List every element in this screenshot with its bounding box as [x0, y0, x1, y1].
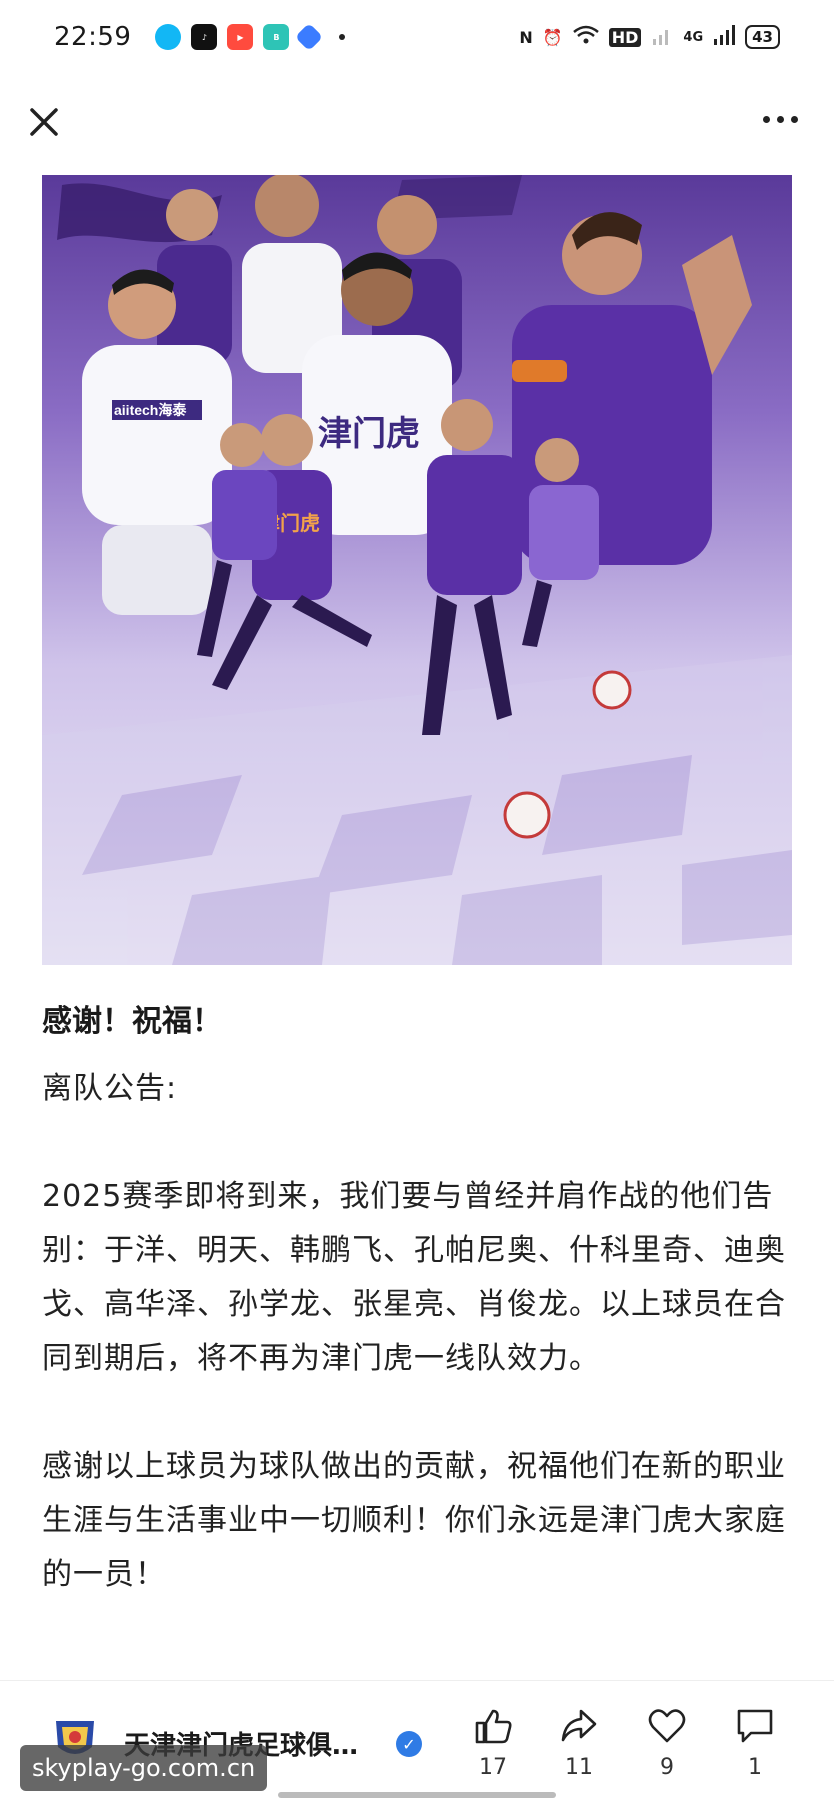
signal-off-icon: [651, 25, 673, 49]
favorite-button[interactable]: 9: [632, 1707, 702, 1780]
like-count: 17: [479, 1755, 507, 1780]
share-arrow-icon: [561, 1709, 597, 1742]
football-icon: [503, 791, 551, 839]
wifi-icon: [572, 25, 599, 49]
site-watermark: skyplay-go.com.cn: [20, 1745, 268, 1791]
nfc-icon: N: [519, 27, 533, 47]
comment-button[interactable]: 1: [720, 1707, 790, 1780]
comment-count: 1: [748, 1755, 762, 1780]
share-count: 11: [565, 1755, 593, 1780]
network-label: 4G: [683, 29, 704, 45]
alarm-icon: ⏰: [542, 27, 563, 47]
comment-bubble-icon: [737, 1709, 773, 1743]
team-photo[interactable]: aiitech海泰 津门虎 津门虎: [42, 175, 792, 965]
tiktok-icon: ♪: [191, 24, 218, 50]
more-dot: [777, 116, 784, 123]
battery-indicator: 43: [745, 25, 780, 49]
home-indicator[interactable]: [278, 1792, 556, 1798]
player-figure: [157, 189, 232, 365]
signal-icon: [713, 25, 736, 49]
football-icon: [592, 670, 632, 710]
verified-badge-icon: ✓: [396, 1731, 422, 1757]
article-subtitle: 离队公告:: [42, 1071, 178, 1106]
boss-app-icon: B: [263, 24, 290, 50]
team-photo-illustration: aiitech海泰 津门虎 津门虎: [42, 175, 792, 965]
more-dot: [763, 116, 770, 123]
qq-icon: [155, 24, 182, 50]
share-button[interactable]: 11: [544, 1707, 614, 1780]
top-bar: [0, 90, 834, 160]
notification-icons: ♪ ▶ B: [155, 22, 346, 52]
heart-icon: [648, 1709, 686, 1743]
sponsor-text: aiitech海泰: [114, 402, 187, 418]
favorite-count: 9: [660, 1755, 674, 1780]
system-status: N ⏰ HD 4G 43: [519, 25, 780, 49]
hd-badge: HD: [608, 27, 642, 47]
more-dot: [791, 116, 798, 123]
article-title: 感谢！祝福！: [42, 1004, 222, 1039]
blue-app-icon: [295, 22, 324, 52]
close-icon: [30, 108, 58, 136]
more-notifications-dot: [339, 34, 346, 40]
article-paragraph: 感谢以上球员为球队做出的贡献，祝福他们在新的职业生涯与生活事业中一切顺利！你们永…: [42, 1449, 786, 1592]
more-options-button[interactable]: [763, 116, 798, 123]
video-app-icon: ▶: [227, 24, 254, 50]
status-time: 22:59: [54, 22, 132, 52]
jersey-text: 津门虎: [318, 414, 420, 454]
like-button[interactable]: 17: [458, 1707, 528, 1780]
thumbs-up-icon: [475, 1709, 512, 1744]
close-button[interactable]: [24, 102, 64, 142]
article-paragraph: 2025赛季即将到来，我们要与曾经并肩作战的他们告别：于洋、明天、韩鹏飞、孔帕尼…: [42, 1179, 786, 1376]
status-bar: 22:59 ♪ ▶ B N ⏰ HD 4G 43: [0, 0, 834, 74]
article-body: 感谢！祝福！ 离队公告: 2025赛季即将到来，我们要与曾经并肩作战的他们告别：…: [42, 1000, 802, 1602]
